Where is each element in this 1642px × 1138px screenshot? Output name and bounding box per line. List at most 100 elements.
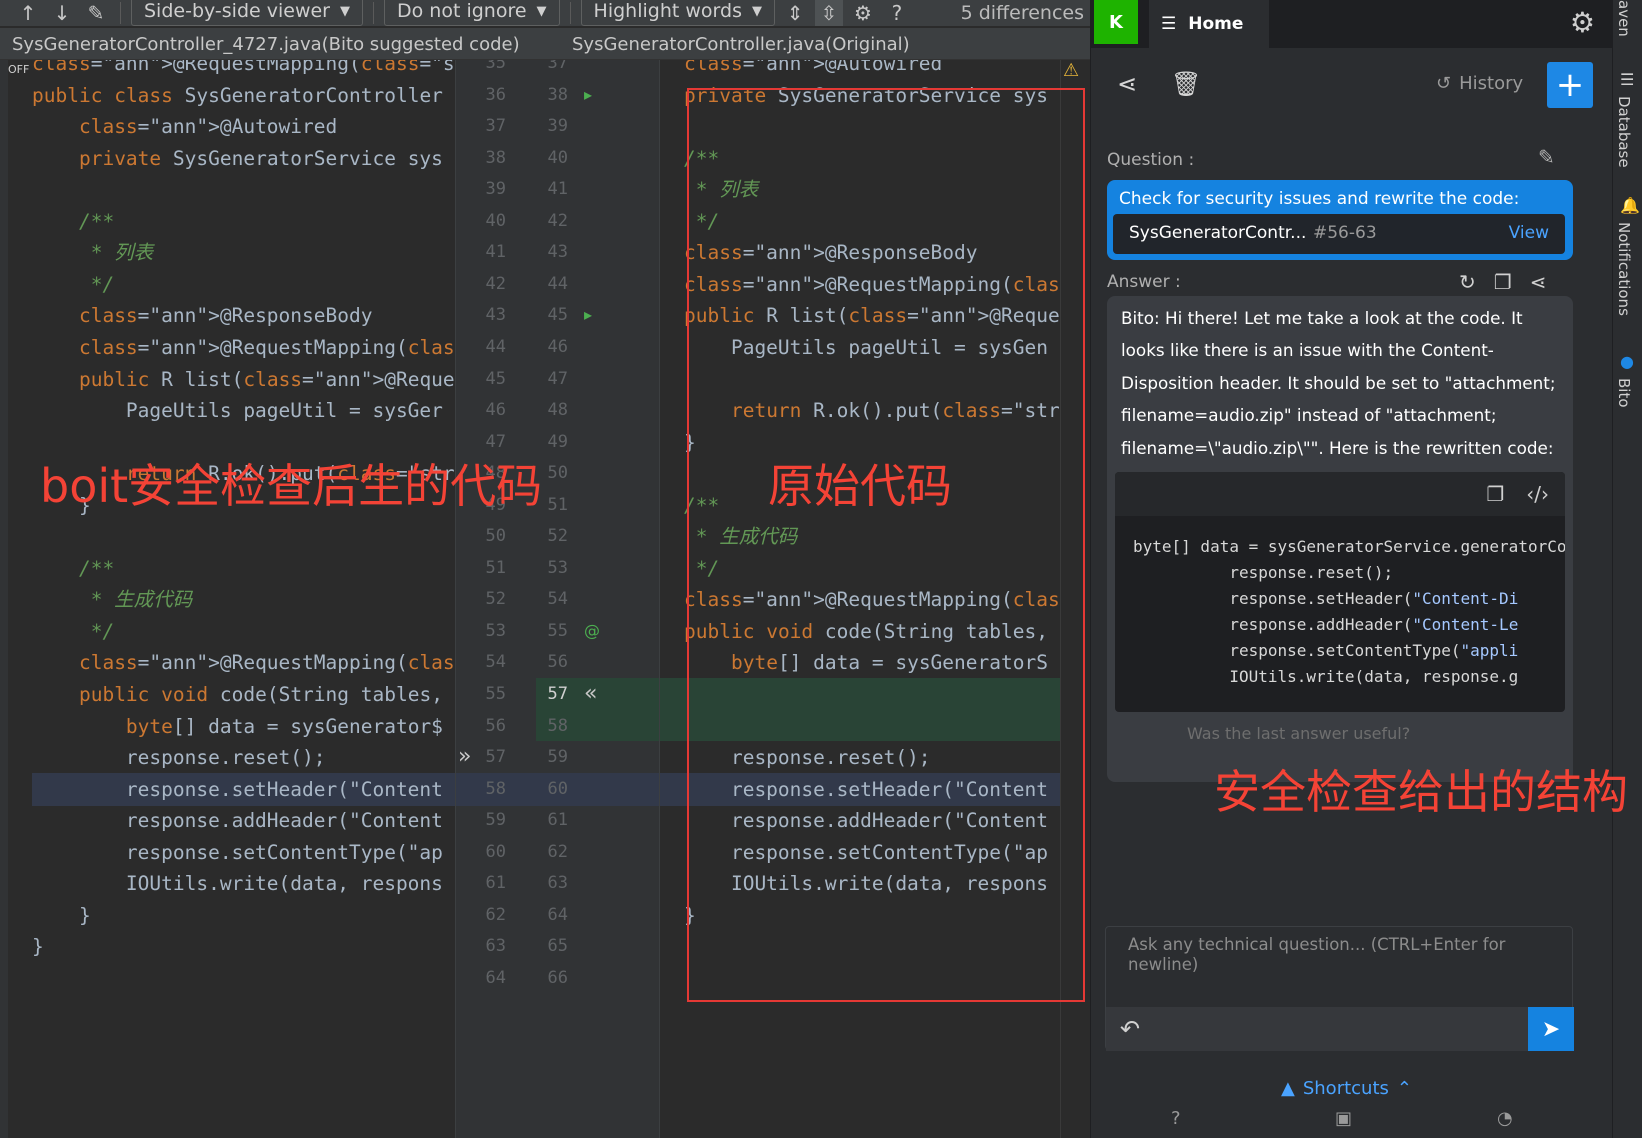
whitespace-dropdown[interactable]: Do not ignore ▼	[384, 0, 560, 26]
sidebar-item-notifications[interactable]: Notifications	[1615, 222, 1633, 316]
code-line[interactable]: class="ann">@RequestMapping(class="str">…	[32, 331, 455, 364]
left-edge-gutter	[0, 60, 8, 1138]
right-overlay-label: 原始代码	[768, 459, 952, 513]
left-line-number: 59	[485, 810, 506, 831]
code-block-actions: ❐ ‹/›	[1486, 482, 1549, 506]
code-line[interactable]: /**	[32, 205, 114, 238]
code-line[interactable]: */	[32, 615, 115, 648]
sidebar-item-bito[interactable]: Bito	[1615, 378, 1633, 408]
help-circle-icon[interactable]: ?	[1171, 1108, 1181, 1129]
right-line-number: 56	[547, 652, 568, 673]
code-line[interactable]: * 生成代码	[32, 583, 193, 616]
settings-gear-icon[interactable]: ⚙	[849, 0, 877, 26]
code-line[interactable]: response.setHeader("Content	[32, 773, 443, 806]
share-icon[interactable]: ⋖	[1530, 270, 1547, 294]
highlight-label: Highlight words	[593, 0, 742, 22]
left-line-number: 62	[485, 904, 506, 925]
bell-icon: 🔔	[1620, 196, 1640, 215]
gutter-marker-icon[interactable]: ▸	[584, 305, 592, 324]
send-icon: ➤	[1541, 1016, 1561, 1042]
trash-icon[interactable]: 🗑	[1171, 70, 1201, 98]
viewer-mode-label: Side-by-side viewer	[144, 0, 330, 22]
view-link[interactable]: View	[1509, 223, 1549, 243]
code-line[interactable]: }	[32, 930, 44, 963]
code-line[interactable]: public class SysGeneratorController	[32, 79, 443, 112]
code-line[interactable]: private SysGeneratorService sys	[32, 142, 443, 175]
question-input-placeholder: Ask any technical question... (CTRL+Ente…	[1128, 935, 1506, 974]
code-line[interactable]: }	[32, 899, 91, 932]
tool-window-strip: aven ☰ Database 🔔 Notifications ● Bito	[1612, 0, 1642, 1138]
avatar[interactable]: K	[1094, 0, 1138, 44]
answer-code-line: response.setContentType("appli	[1133, 641, 1519, 660]
collapse-unchanged-icon[interactable]: ⇕	[781, 0, 809, 26]
sidebar-item-database[interactable]: Database	[1615, 96, 1633, 168]
chevron-down-icon: ▼	[536, 3, 547, 19]
question-input[interactable]: Ask any technical question... (CTRL+Ente…	[1105, 926, 1574, 1051]
history-button[interactable]: ↺ History	[1436, 73, 1523, 94]
gutter-marker-icon[interactable]: @	[584, 621, 600, 640]
code-line[interactable]: */	[32, 268, 115, 301]
shortcuts-button[interactable]: ▲ Shortcuts ⌃	[1281, 1078, 1412, 1099]
viewer-mode-dropdown[interactable]: Side-by-side viewer ▼	[131, 0, 363, 26]
left-line-number: 46	[485, 400, 506, 421]
file-reference-name: SysGeneratorContr...	[1129, 223, 1307, 243]
undo-icon[interactable]: ↶	[1120, 1015, 1140, 1043]
right-line-number: 53	[547, 557, 568, 578]
right-line-number: 38	[547, 84, 568, 105]
next-difference-icon[interactable]: ↓	[48, 0, 76, 26]
sync-scroll-icon[interactable]: ⇳	[814, 0, 843, 26]
feedback-icon[interactable]: ▣	[1335, 1108, 1352, 1129]
insert-code-icon[interactable]: ‹/›	[1526, 482, 1549, 506]
share-icon[interactable]: ⋖	[1117, 70, 1137, 98]
toolbar-separator	[373, 2, 374, 24]
answer-bubble: Bito: Hi there! Let me take a look at th…	[1107, 296, 1573, 782]
copy-icon[interactable]: ❐	[1494, 270, 1512, 294]
settings-gear-icon[interactable]: ⚙	[1570, 6, 1595, 39]
edit-source-icon[interactable]: ✎	[82, 0, 110, 26]
warning-icon[interactable]: ⚠	[1063, 60, 1079, 81]
left-line-number: 39	[485, 179, 506, 200]
tab-home[interactable]: ☰ Home	[1149, 0, 1269, 48]
code-line[interactable]: class="ann">@Autowired	[32, 110, 337, 143]
gutter-marker-icon[interactable]: ▸	[584, 85, 592, 104]
code-line[interactable]: response.reset();	[32, 741, 326, 774]
answer-text: Bito: Hi there! Let me take a look at th…	[1121, 308, 1556, 458]
code-line[interactable]: public void code(String tables,	[32, 678, 443, 711]
left-line-number: 54	[485, 652, 506, 673]
code-line[interactable]: public R list(class="ann">@RequestParam …	[32, 363, 455, 396]
pencil-icon[interactable]: ✎	[1538, 145, 1555, 169]
new-chat-button[interactable]: +	[1547, 62, 1593, 108]
code-line[interactable]: response.addHeader("Content	[32, 804, 443, 837]
answer-code-block: ❐ ‹/› byte[] data = sysGeneratorService.…	[1115, 472, 1565, 712]
file-reference-lines: #56-63	[1313, 223, 1377, 243]
code-line[interactable]: PageUtils pageUtil = sysGer	[32, 394, 443, 427]
code-line[interactable]: class="ann">@RequestMapping(class="str">…	[32, 646, 455, 679]
right-line-number: 37	[547, 60, 568, 73]
toolbar-separator	[569, 2, 571, 24]
code-line[interactable]: byte[] data = sysGenerator$	[32, 710, 443, 743]
code-line[interactable]: * 列表	[32, 236, 154, 269]
copy-icon[interactable]: ❐	[1486, 482, 1504, 506]
left-line-number: 55	[485, 684, 506, 704]
left-editor-pane[interactable]: class="ann">@RequestMapping(class="str">…	[0, 60, 455, 1138]
regenerate-icon[interactable]: ↻	[1459, 270, 1476, 294]
answer-code-line: IOUtils.write(data, response.g	[1133, 667, 1519, 686]
bito-icon: ●	[1620, 352, 1634, 371]
right-line-number: 55	[547, 620, 568, 641]
code-line[interactable]: /**	[32, 552, 114, 585]
apply-change-icon[interactable]: «	[584, 681, 597, 706]
code-line[interactable]: class="ann">@RequestMapping(class="str">…	[32, 60, 455, 80]
help-icon[interactable]: ?	[883, 0, 911, 26]
code-line[interactable]: class="ann">@ResponseBody	[32, 299, 373, 332]
code-line[interactable]: class="ann">@Autowired	[684, 60, 942, 80]
speed-icon[interactable]: ◔	[1497, 1108, 1513, 1129]
right-line-number: 59	[547, 747, 568, 768]
previous-difference-icon[interactable]: ↑	[14, 0, 42, 26]
code-line[interactable]: response.setContentType("ap	[32, 836, 443, 869]
question-bubble: Check for security issues and rewrite th…	[1107, 180, 1573, 260]
highlight-dropdown[interactable]: Highlight words ▼	[580, 0, 775, 26]
revert-change-icon[interactable]: »	[458, 744, 471, 769]
code-line[interactable]: IOUtils.write(data, respons	[32, 867, 443, 900]
sidebar-item-maven[interactable]: aven	[1615, 0, 1633, 37]
send-button[interactable]: ➤	[1528, 1007, 1574, 1051]
